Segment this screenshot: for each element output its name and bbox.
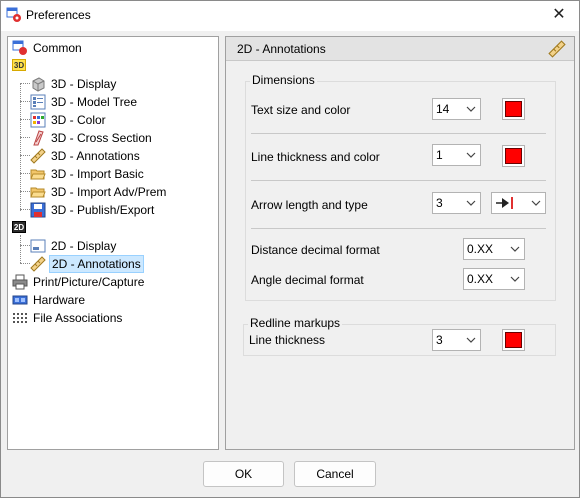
preferences-window: Preferences ✕ Common 3D 3D - Display 3D … [0, 0, 580, 498]
arrow-type-select[interactable] [491, 192, 546, 214]
arrow-length-value: 3 [436, 196, 443, 210]
line-thickness-select[interactable]: 1 [432, 144, 481, 166]
panel-header: 2D - Annotations [226, 37, 574, 61]
floppy-disk-icon [30, 202, 46, 218]
tree-item-label: 3D - Model Tree [51, 95, 138, 109]
printer-icon [12, 274, 28, 290]
panel-title: 2D - Annotations [237, 42, 326, 56]
text-size-select[interactable]: 14 [432, 98, 481, 120]
tree-item-label: 2D - Annotations [49, 255, 144, 273]
tree-item-label: 3D - Annotations [51, 149, 140, 163]
redline-color-swatch[interactable] [502, 329, 525, 351]
distance-format-select[interactable]: 0.XX [463, 238, 525, 260]
tree-item-label: Hardware [33, 293, 86, 307]
line-thickness-value: 1 [436, 148, 443, 162]
model-tree-icon [30, 94, 46, 110]
arrow-label: Arrow length and type [251, 198, 368, 212]
text-color-fill [505, 101, 522, 117]
tree-item-label: 3D - Import Adv/Prem [51, 185, 167, 199]
close-icon[interactable]: ✕ [547, 4, 571, 28]
redline-thickness-label: Line thickness [249, 333, 326, 347]
line-color-swatch[interactable] [502, 145, 525, 167]
folder-open-icon [30, 169, 46, 180]
tree-item-label: 3D - Publish/Export [51, 203, 155, 217]
line-color-fill [505, 148, 522, 164]
arrowhead-icon [496, 197, 513, 209]
separator [251, 228, 546, 229]
redline-color-fill [505, 332, 522, 348]
redline-thickness-select[interactable]: 3 [432, 329, 481, 351]
text-color-swatch[interactable] [502, 98, 525, 120]
redline-group-title: Redline markups [248, 316, 343, 330]
tree-item-label: 3D - Cross Section [51, 131, 152, 145]
ok-button[interactable]: OK [203, 461, 284, 487]
dimensions-group: Dimensions Text size and color 14 Line t… [245, 73, 556, 301]
distance-format-value: 0.XX [467, 242, 494, 256]
tree-item-label: Print/Picture/Capture [33, 275, 145, 289]
3d-group-icon[interactable]: 3D [12, 59, 26, 71]
redline-thickness-value: 3 [436, 333, 443, 347]
settings-panel: 2D - Annotations Dimensions Text size an… [225, 36, 575, 450]
cross-section-icon [33, 130, 44, 146]
chevron-down-icon [531, 200, 541, 206]
cancel-button[interactable]: Cancel [294, 461, 376, 487]
separator [251, 133, 546, 134]
tree-item-label: 3D - Import Basic [51, 167, 144, 181]
ruler-icon [30, 148, 46, 164]
tree-item-label: 3D - Color [51, 113, 106, 127]
title-bar: Preferences ✕ [1, 1, 579, 31]
chevron-down-icon [466, 200, 476, 206]
hardware-icon [12, 295, 28, 305]
tree-item-label: 3D - Display [51, 77, 117, 91]
text-size-label: Text size and color [251, 103, 351, 117]
tree-item-label: 2D - Display [51, 239, 117, 253]
chevron-down-icon [466, 337, 476, 343]
line-thickness-label: Line thickness and color [251, 150, 380, 164]
file-associations-icon [13, 313, 27, 323]
common-settings-icon [12, 40, 27, 55]
angle-format-value: 0.XX [467, 272, 494, 286]
window-title: Preferences [26, 8, 91, 22]
distance-format-label: Distance decimal format [251, 243, 380, 257]
preferences-tree[interactable]: Common 3D 3D - Display 3D - Model Tree 3… [7, 36, 219, 450]
separator [251, 180, 546, 181]
chevron-down-icon [510, 246, 520, 252]
angle-format-label: Angle decimal format [251, 273, 364, 287]
tree-item-label: Common [33, 41, 82, 55]
cube-icon [32, 77, 45, 92]
chevron-down-icon [510, 276, 520, 282]
preferences-app-icon [6, 7, 21, 22]
folder-open-icon [30, 187, 46, 198]
angle-format-select[interactable]: 0.XX [463, 268, 525, 290]
color-grid-icon [30, 112, 46, 128]
redline-group: Redline markups Line thickness 3 [243, 316, 556, 356]
tree-item-label: File Associations [33, 311, 123, 325]
display-icon [30, 239, 46, 253]
arrow-length-select[interactable]: 3 [432, 192, 481, 214]
chevron-down-icon [466, 106, 476, 112]
2d-group-icon[interactable]: 2D [12, 221, 26, 233]
ruler-icon [548, 40, 566, 58]
chevron-down-icon [466, 152, 476, 158]
dimensions-group-title: Dimensions [250, 73, 317, 87]
ruler-icon [30, 256, 46, 272]
text-size-value: 14 [436, 102, 450, 116]
